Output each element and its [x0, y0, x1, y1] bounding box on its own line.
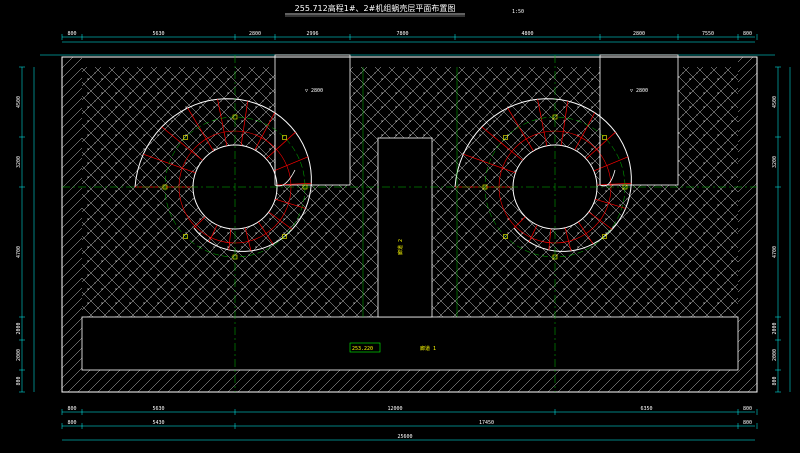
left-dim-label: 2000	[16, 349, 22, 361]
cad-drawing: 255.712高程1#、2#机组蜗壳层平面布置图 1:50 800 5630 280…	[16, 3, 791, 441]
right-dim-label: 2000	[772, 322, 778, 334]
top-dim-label: 5630	[152, 31, 164, 37]
left-dim-label: 3200	[16, 156, 22, 168]
intake-pipe-right	[599, 54, 679, 186]
right-dim-label: 3200	[772, 156, 778, 168]
top-dim-label: 7550	[702, 31, 714, 37]
drawing-scale: 1:50	[512, 9, 524, 15]
right-wall-hatch	[738, 57, 757, 370]
top-dim-label: 7800	[396, 31, 408, 37]
right-dim-label: 4700	[772, 246, 778, 258]
drawing-title: 255.712高程1#、2#机组蜗壳层平面布置图	[295, 3, 456, 13]
bottom-dim-1-label: 6350	[640, 406, 652, 412]
left-dim-label: 4500	[16, 96, 22, 108]
bottom-dimension-chain-1: 800 5630 12000 6350 800	[61, 406, 758, 415]
bottom-dim-2-label: 800	[67, 420, 76, 426]
corridor-2-label: 廊道 2	[397, 239, 404, 255]
left-wall-hatch	[62, 57, 82, 370]
top-dim-label: 800	[743, 31, 752, 37]
bottom-slab-hatch	[62, 370, 757, 392]
top-dim-label: 2800	[249, 31, 261, 37]
corridor-2	[377, 137, 433, 318]
left-dim-label: 4700	[16, 246, 22, 258]
bottom-dim-1-label: 800	[67, 406, 76, 412]
elevation-value: 253.220	[352, 346, 373, 352]
svg-text:25600: 25600	[397, 434, 412, 440]
corridor-1	[81, 316, 739, 371]
top-dimension-chain: 800 5630 2800 2996 7800 4800 2800 7550 800	[61, 31, 758, 43]
spiral-label-right: ▽ 2800	[630, 88, 648, 94]
right-dim-label: 800	[772, 376, 778, 385]
spiral-label-left: ▽ 2800	[305, 88, 323, 94]
top-dim-label: 800	[67, 31, 76, 37]
bottom-dim-1-label: 800	[743, 406, 752, 412]
corridor-1-label: 廊道 1	[420, 345, 436, 352]
top-dim-label: 2996	[306, 31, 318, 37]
bottom-dim-2-label: 17450	[479, 420, 494, 426]
left-dim-label: 2000	[16, 322, 22, 334]
bottom-dim-1-label: 12000	[387, 406, 402, 412]
right-dimension-chain: 4500 3200 4700 2000 2000 800	[772, 66, 791, 393]
bottom-dimension-chain-2: 800 5430 17450 800	[61, 420, 758, 429]
top-dim-label: 4800	[521, 31, 533, 37]
right-dim-label: 2000	[772, 349, 778, 361]
left-dimension-chain: 4500 3200 4700 2000 2000 800	[16, 66, 35, 393]
right-dim-label: 4500	[772, 96, 778, 108]
total-dimension: 25600	[62, 434, 755, 441]
bottom-dim-2-label: 5430	[152, 420, 164, 426]
bottom-dim-2-label: 800	[743, 420, 752, 426]
left-dim-label: 800	[16, 376, 22, 385]
bottom-dim-1-label: 5630	[152, 406, 164, 412]
top-dim-label: 2800	[633, 31, 645, 37]
